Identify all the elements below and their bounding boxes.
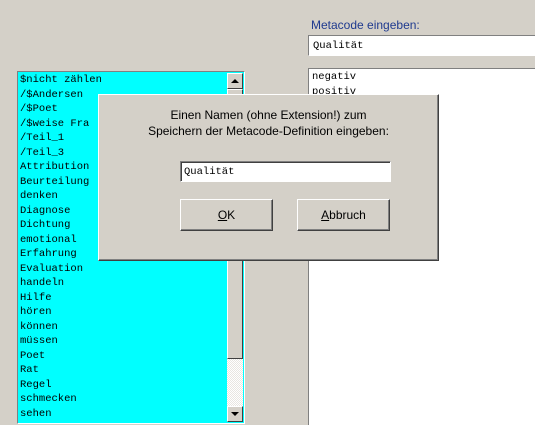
list-item[interactable]: hören — [20, 305, 226, 320]
scroll-up-button[interactable] — [227, 73, 243, 89]
scroll-down-button[interactable] — [227, 406, 243, 422]
cancel-button-label: Abbruch — [321, 208, 366, 222]
list-item[interactable]: können — [20, 320, 226, 335]
cancel-label-rest: bbruch — [329, 208, 366, 222]
save-metacode-dialog: Einen Namen (ohne Extension!) zum Speich… — [98, 94, 439, 261]
arrow-down-icon — [231, 412, 239, 416]
ok-button-label: OK — [218, 208, 235, 222]
list-item[interactable]: Evaluation — [20, 262, 226, 277]
metacode-input[interactable]: Qualität — [308, 35, 535, 56]
list-item[interactable]: müssen — [20, 334, 226, 349]
cancel-mnemonic: A — [321, 208, 330, 222]
list-item[interactable]: Poet — [20, 349, 226, 364]
list-item[interactable]: Hilfe — [20, 291, 226, 306]
dialog-message: Einen Namen (ohne Extension!) zum Speich… — [99, 107, 438, 139]
list-item[interactable]: handeln — [20, 276, 226, 291]
list-item[interactable]: sehen — [20, 407, 226, 422]
list-item[interactable]: negativ — [312, 70, 356, 85]
metacode-label: Metacode eingeben: — [311, 18, 420, 32]
ok-label-rest: K — [227, 208, 236, 222]
list-item[interactable]: Regel — [20, 378, 226, 393]
list-item[interactable]: Rat — [20, 363, 226, 378]
dialog-message-line1: Einen Namen (ohne Extension!) zum — [170, 108, 367, 122]
arrow-up-icon — [231, 79, 239, 83]
cancel-button[interactable]: Abbruch — [297, 199, 390, 231]
list-item[interactable]: $nicht zählen — [20, 73, 226, 88]
dialog-message-line2: Speichern der Metacode-Definition eingeb… — [148, 124, 389, 138]
list-item[interactable]: schmecken — [20, 392, 226, 407]
ok-mnemonic: O — [217, 208, 228, 222]
ok-button[interactable]: OK — [180, 199, 273, 231]
filename-input[interactable]: Qualität — [180, 161, 391, 182]
